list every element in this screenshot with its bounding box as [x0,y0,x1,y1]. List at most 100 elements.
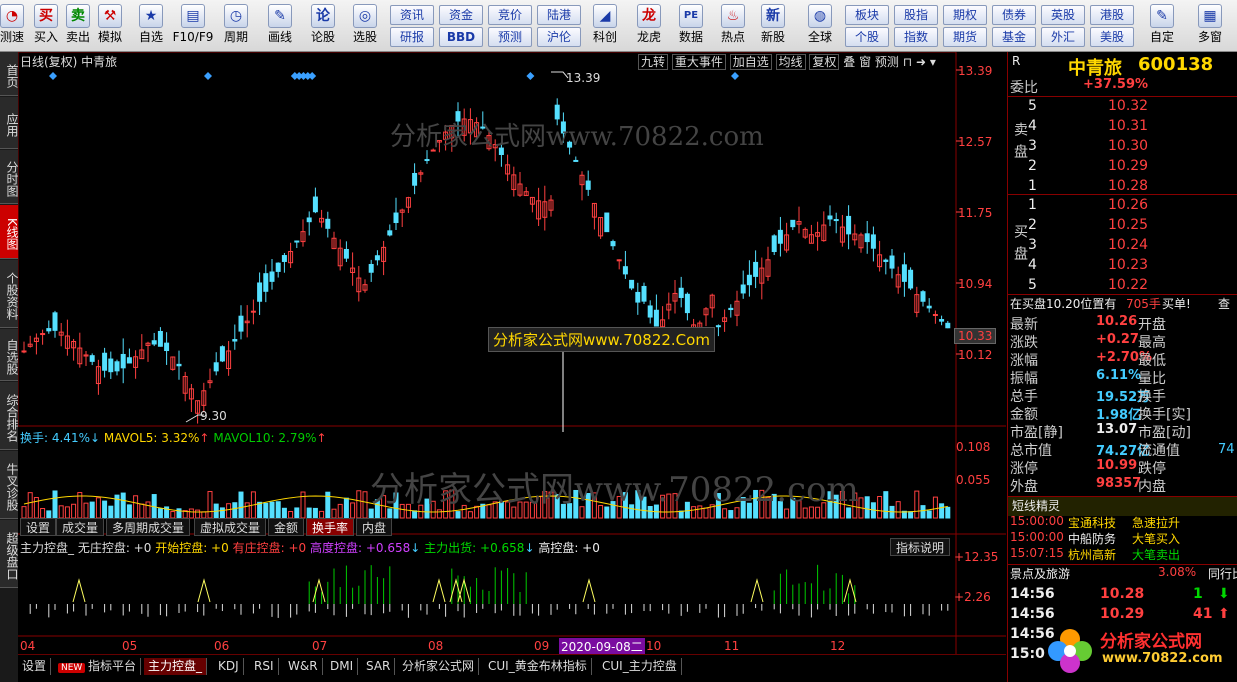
sidebar-tab-profile[interactable]: 个股资料 [0,260,19,328]
indicator-tick-value: 12.35 [964,550,999,564]
sidebar-tab-watchlist[interactable]: 自选股 [0,329,19,381]
volume-bar [895,501,901,519]
f10-button[interactable]: ▤ F10/F9 [172,2,214,50]
stock-header: R 中青旅 600138 [1008,54,1237,79]
candle-body [678,287,684,298]
quick-news[interactable]: 资讯 [390,5,434,25]
discuss-button[interactable]: 论论股 [305,2,341,50]
quick-bbd[interactable]: BBD [439,27,483,47]
arrow-right-icon[interactable]: ➜ [916,55,926,69]
indicator-help-button[interactable]: 指标说明 [890,538,951,556]
watchlist-button[interactable]: ★ 自选 [133,2,169,50]
vol-tab-inner[interactable]: 内盘 [356,518,393,536]
quick-hk-connect[interactable]: 陆港 [537,5,581,25]
quick-hk-stocks[interactable]: 港股 [1090,5,1134,25]
quick-funds[interactable]: 资金 [439,5,483,25]
tab-main-control[interactable]: 主力控盘_ [144,658,208,675]
tab-cui-main-control[interactable]: CUI_主力控盘 [598,658,682,675]
quick-sh-london[interactable]: 沪伦 [537,27,581,47]
tool-forecast[interactable]: 预测 [875,55,899,69]
buy-button[interactable]: 买买入 [31,2,61,50]
sidebar-tab-diagnosis[interactable]: 牛叉诊股 [0,451,19,519]
sidebar-tab-apps[interactable]: 应用 [0,97,19,149]
sidebar-tab-super-board[interactable]: 超级盘口 [0,520,19,588]
tab-wr[interactable]: W&R [284,658,323,675]
data-button[interactable]: PE 数据 [674,2,708,50]
stat-value: 10.99 [1096,458,1138,473]
sell-button[interactable]: 卖卖出 [63,2,93,50]
hotspot-button[interactable]: ♨ 热点 [716,2,750,50]
candle-body [120,353,126,369]
tab-gold-bollinger[interactable]: CUI_黄金布林指标 [484,658,592,675]
lock-icon[interactable]: ⊓ [903,55,912,69]
sidebar-tab-ranking[interactable]: 综合排名 [0,382,19,450]
sidebar-tab-timeshare[interactable]: 分时图 [0,150,19,204]
peer-compare-button[interactable]: 同行比 [1208,565,1237,582]
dropdown-icon[interactable]: ▾ [930,55,936,69]
vol-tab-virtual[interactable]: 虚拟成交量 [194,518,267,536]
draw-line-button[interactable]: ✎ 画线 [260,2,300,50]
quick-forecast[interactable]: 预测 [488,27,532,47]
vol-tab-settings[interactable]: 设置 [20,518,57,536]
quick-uk-stocks[interactable]: 英股 [1041,5,1085,25]
quick-funds-list[interactable]: 基金 [992,27,1036,47]
quick-indices[interactable]: 指数 [894,27,938,47]
tool-events[interactable]: 重大事件 [671,54,726,70]
vol-tab-volume[interactable]: 成交量 [56,518,105,536]
sidebar-tab-kline[interactable]: K线图 [0,205,19,259]
volume-bar [40,508,46,519]
volume-bar [195,509,201,519]
vol-tab-amount[interactable]: 金额 [268,518,305,536]
tab-formula-site[interactable]: 分析家公式网 [398,658,480,675]
speed-test-button[interactable]: ◔ 测速 [0,2,24,50]
quick-sector[interactable]: 板块 [845,5,889,25]
quick-forex[interactable]: 外汇 [1041,27,1085,47]
vol-tab-multiperiod[interactable]: 多周期成交量 [106,518,191,536]
stat-label-2: 换手 [1138,389,1166,405]
candle-body [269,271,275,282]
quick-futures[interactable]: 期货 [943,27,987,47]
quick-options[interactable]: 期权 [943,5,987,25]
tab-kdj[interactable]: KDJ [214,658,244,675]
tool-window[interactable]: 窗 [859,55,871,69]
ipo-button[interactable]: 新新股 [756,2,790,50]
sector-row[interactable]: 景点及旅游 3.08% 同行比 [1008,564,1237,582]
tool-add-watch[interactable]: 加自选 [729,54,772,70]
toolbar-label: 模拟 [97,30,122,44]
sidebar-tab-home[interactable]: 首页 [0,52,19,96]
star-market-button[interactable]: ◢ 科创 [588,2,622,50]
customize-button[interactable]: ✎ 自定 [1144,2,1180,50]
tab-settings[interactable]: 设置 [18,658,52,675]
period-button[interactable]: ◷ 周期 [216,2,256,50]
candle-body [653,309,659,327]
quick-bonds[interactable]: 债券 [992,5,1036,25]
vol-tab-turnover[interactable]: 换手率 [306,518,355,536]
quick-research[interactable]: 研报 [390,27,434,47]
quick-us-stocks[interactable]: 美股 [1090,27,1134,47]
dragon-icon: 龙 [637,4,661,28]
tab-sar[interactable]: SAR [362,658,396,675]
quick-stocks[interactable]: 个股 [845,27,889,47]
global-button[interactable]: ◍ 全球 [800,2,840,50]
stock-picker-button[interactable]: ◎ 选股 [345,2,385,50]
spirit-item[interactable]: 15:07:15 杭州高新 大笔卖出 [1008,546,1237,564]
dragon-tiger-button[interactable]: 龙龙虎 [632,2,666,50]
candle-body [21,350,27,353]
kline-chart-area[interactable]: 日线(复权) 中青旅 九转 重大事件 加自选 均线 复权 叠 窗 预测 ⊓ ➜ … [18,52,1006,655]
tab-indicator-platform[interactable]: 指标平台 [84,658,142,675]
tool-ma[interactable]: 均线 [775,54,806,70]
notice-check[interactable]: 查 [1218,295,1230,312]
volume-bar [257,501,263,519]
simulate-button[interactable]: ⚒ 模拟 [95,2,125,50]
quick-index[interactable]: 股指 [894,5,938,25]
tab-rsi[interactable]: RSI [250,658,279,675]
quick-auction[interactable]: 竞价 [488,5,532,25]
tool-adjust[interactable]: 复权 [809,54,840,70]
tool-nine-turn[interactable]: 九转 [638,54,669,70]
stat-extra: 74 [1008,442,1237,460]
tool-overlay[interactable]: 叠 [843,55,855,69]
toolbar-label: 卖出 [65,30,90,44]
tick-time: 15:0 [1010,646,1045,662]
multi-window-button[interactable]: ▦ 多窗 [1190,2,1230,50]
tab-dmi[interactable]: DMI [326,658,359,675]
